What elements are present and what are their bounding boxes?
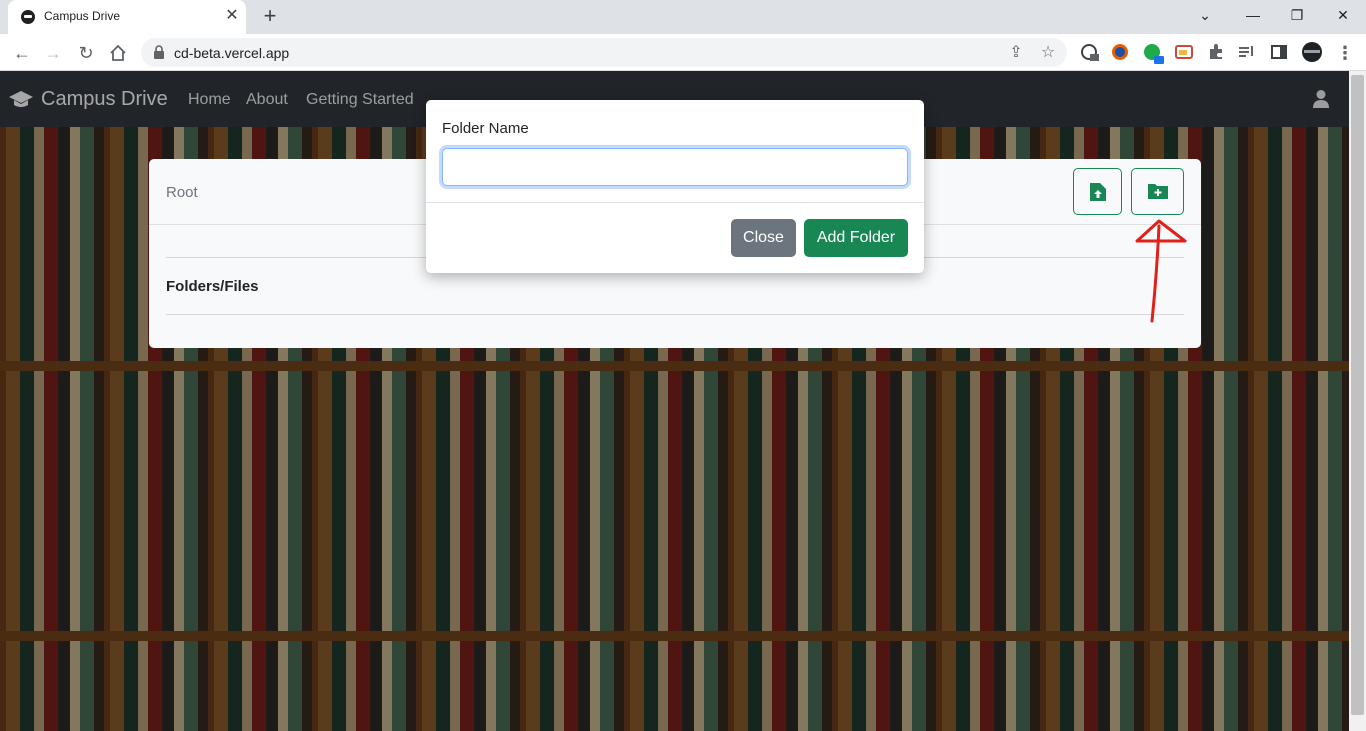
chat-extension-icon[interactable] (1143, 43, 1164, 64)
minimize-button[interactable]: — (1241, 5, 1265, 25)
browser-menu-icon[interactable]: ⋮ (1332, 40, 1358, 66)
tab-close-icon[interactable]: ✕ (224, 7, 240, 25)
back-icon[interactable]: ← (9, 40, 35, 66)
divider (166, 314, 1184, 315)
close-button[interactable]: Close (731, 219, 796, 257)
url-text: cd-beta.vercel.app (174, 45, 290, 61)
section-title: Folders/Files (166, 278, 259, 295)
file-upload-icon (1090, 183, 1106, 201)
side-panel-icon[interactable] (1270, 43, 1290, 63)
annotation-arrow-icon (1135, 219, 1187, 323)
close-window-button[interactable]: ✕ (1331, 5, 1355, 25)
lock-icon (153, 45, 165, 59)
reload-icon[interactable]: ↻ (73, 40, 99, 66)
graduation-cap-icon[interactable] (8, 89, 34, 109)
folder-plus-icon (1148, 184, 1168, 199)
folder-name-input[interactable] (442, 148, 908, 186)
tab-title: Campus Drive (44, 9, 121, 23)
shelf-divider (0, 631, 1349, 641)
campus-drive-favicon-icon (21, 10, 35, 24)
nav-link-about[interactable]: About (246, 91, 288, 109)
profile-avatar-icon[interactable] (1301, 41, 1322, 62)
forward-icon[interactable]: → (40, 40, 66, 66)
new-tab-button[interactable]: + (258, 4, 282, 30)
cast-extension-icon[interactable] (1175, 43, 1195, 63)
address-bar[interactable]: cd-beta.vercel.app ⇪ ☆ (141, 38, 1067, 67)
upload-file-button[interactable] (1073, 168, 1122, 215)
home-icon[interactable] (105, 40, 131, 66)
speed-extension-icon[interactable] (1080, 43, 1100, 63)
tab-search-icon[interactable]: ⌄ (1193, 5, 1217, 25)
add-folder-submit-button[interactable]: Add Folder (804, 219, 908, 257)
scrollbar-thumb[interactable] (1351, 75, 1364, 715)
breadcrumb-root[interactable]: Root (166, 184, 198, 201)
shelf-divider (0, 361, 1349, 371)
brand-name[interactable]: Campus Drive (41, 88, 168, 111)
folder-name-label: Folder Name (442, 120, 529, 137)
puzzle-extensions-icon[interactable] (1207, 43, 1227, 63)
restore-button[interactable]: ❐ (1285, 5, 1309, 25)
nav-link-getting-started[interactable]: Getting Started (306, 91, 414, 109)
bookmark-star-icon[interactable]: ☆ (1038, 43, 1058, 63)
browser-tabstrip: Campus Drive ✕ + ⌄ — ❐ ✕ (0, 0, 1366, 34)
add-folder-modal: Folder Name Close Add Folder (426, 100, 924, 273)
modal-footer-divider (426, 202, 924, 203)
firefox-extension-icon[interactable] (1111, 43, 1131, 63)
add-folder-button[interactable] (1131, 168, 1184, 215)
share-icon[interactable]: ⇪ (1006, 43, 1026, 63)
user-icon[interactable] (1312, 89, 1330, 109)
media-queue-icon[interactable] (1238, 43, 1258, 63)
browser-toolbar: ← → ↻ cd-beta.vercel.app ⇪ ☆ ⋮ (0, 34, 1366, 71)
nav-link-home[interactable]: Home (188, 91, 231, 109)
browser-tab[interactable]: Campus Drive ✕ (8, 0, 246, 34)
